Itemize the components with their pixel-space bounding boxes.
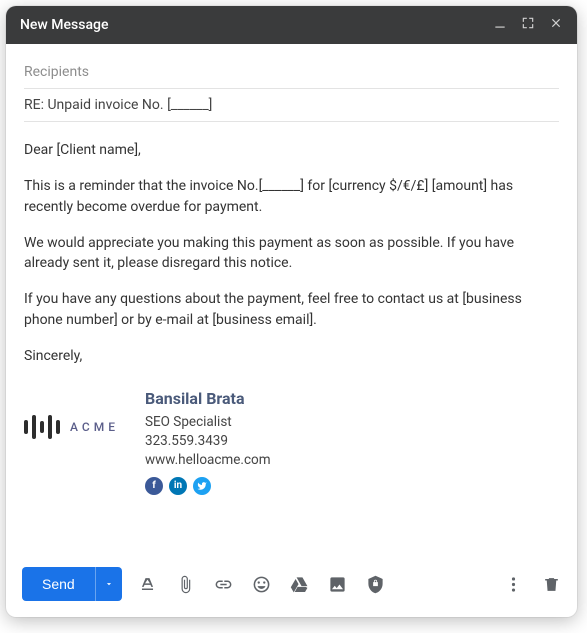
signature-name: Bansilal Brata	[145, 388, 271, 410]
insert-photo-icon[interactable]	[328, 574, 348, 594]
logo-icon	[24, 412, 60, 442]
compose-window: New Message RE: Unpaid invoice No. [____…	[6, 6, 577, 617]
window-title: New Message	[20, 17, 108, 33]
twitter-icon[interactable]	[193, 477, 211, 495]
titlebar-actions	[493, 16, 563, 34]
more-options-icon[interactable]	[503, 574, 523, 594]
confidential-mode-icon[interactable]	[366, 574, 386, 594]
expand-icon[interactable]	[521, 16, 535, 34]
subject-row[interactable]: RE: Unpaid invoice No. [______]	[24, 89, 559, 122]
recipients-row[interactable]	[24, 56, 559, 89]
compose-toolbar: Send	[6, 555, 577, 617]
discard-draft-icon[interactable]	[541, 574, 561, 594]
facebook-icon[interactable]: f	[145, 477, 163, 495]
signature-block: ACME Bansilal Brata SEO Specialist 323.5…	[24, 388, 559, 495]
minimize-icon[interactable]	[493, 16, 507, 34]
signature-details: Bansilal Brata SEO Specialist 323.559.34…	[145, 388, 271, 495]
insert-link-icon[interactable]	[214, 574, 234, 594]
chevron-down-icon	[104, 579, 114, 589]
toolbar-left: Send	[22, 567, 386, 601]
recipients-input[interactable]	[24, 64, 559, 80]
compose-content: RE: Unpaid invoice No. [______] Dear [Cl…	[6, 44, 577, 555]
titlebar: New Message	[6, 6, 577, 44]
body-paragraph: This is a reminder that the invoice No.[…	[24, 176, 559, 217]
body-paragraph: Dear [Client name],	[24, 140, 559, 160]
subject-input[interactable]: RE: Unpaid invoice No. [______]	[24, 97, 212, 113]
close-icon[interactable]	[549, 16, 563, 34]
body-paragraph: Sincerely,	[24, 346, 559, 366]
attach-file-icon[interactable]	[176, 574, 196, 594]
signature-website: www.helloacme.com	[145, 451, 271, 470]
message-body[interactable]: Dear [Client name], This is a reminder t…	[24, 122, 559, 555]
toolbar-right	[503, 574, 561, 594]
body-paragraph: We would appreciate you making this paym…	[24, 233, 559, 274]
social-links: f in	[145, 477, 271, 495]
emoji-icon[interactable]	[252, 574, 272, 594]
send-group: Send	[22, 567, 122, 601]
brand-name: ACME	[70, 419, 119, 436]
format-icons	[138, 574, 386, 594]
signature-logo: ACME	[24, 388, 119, 442]
drive-icon[interactable]	[290, 574, 310, 594]
signature-phone: 323.559.3439	[145, 432, 271, 451]
send-options-button[interactable]	[95, 567, 122, 601]
linkedin-icon[interactable]: in	[169, 477, 187, 495]
body-paragraph: If you have any questions about the paym…	[24, 289, 559, 330]
send-button[interactable]: Send	[22, 567, 95, 601]
signature-title: SEO Specialist	[145, 413, 271, 432]
text-format-icon[interactable]	[138, 574, 158, 594]
